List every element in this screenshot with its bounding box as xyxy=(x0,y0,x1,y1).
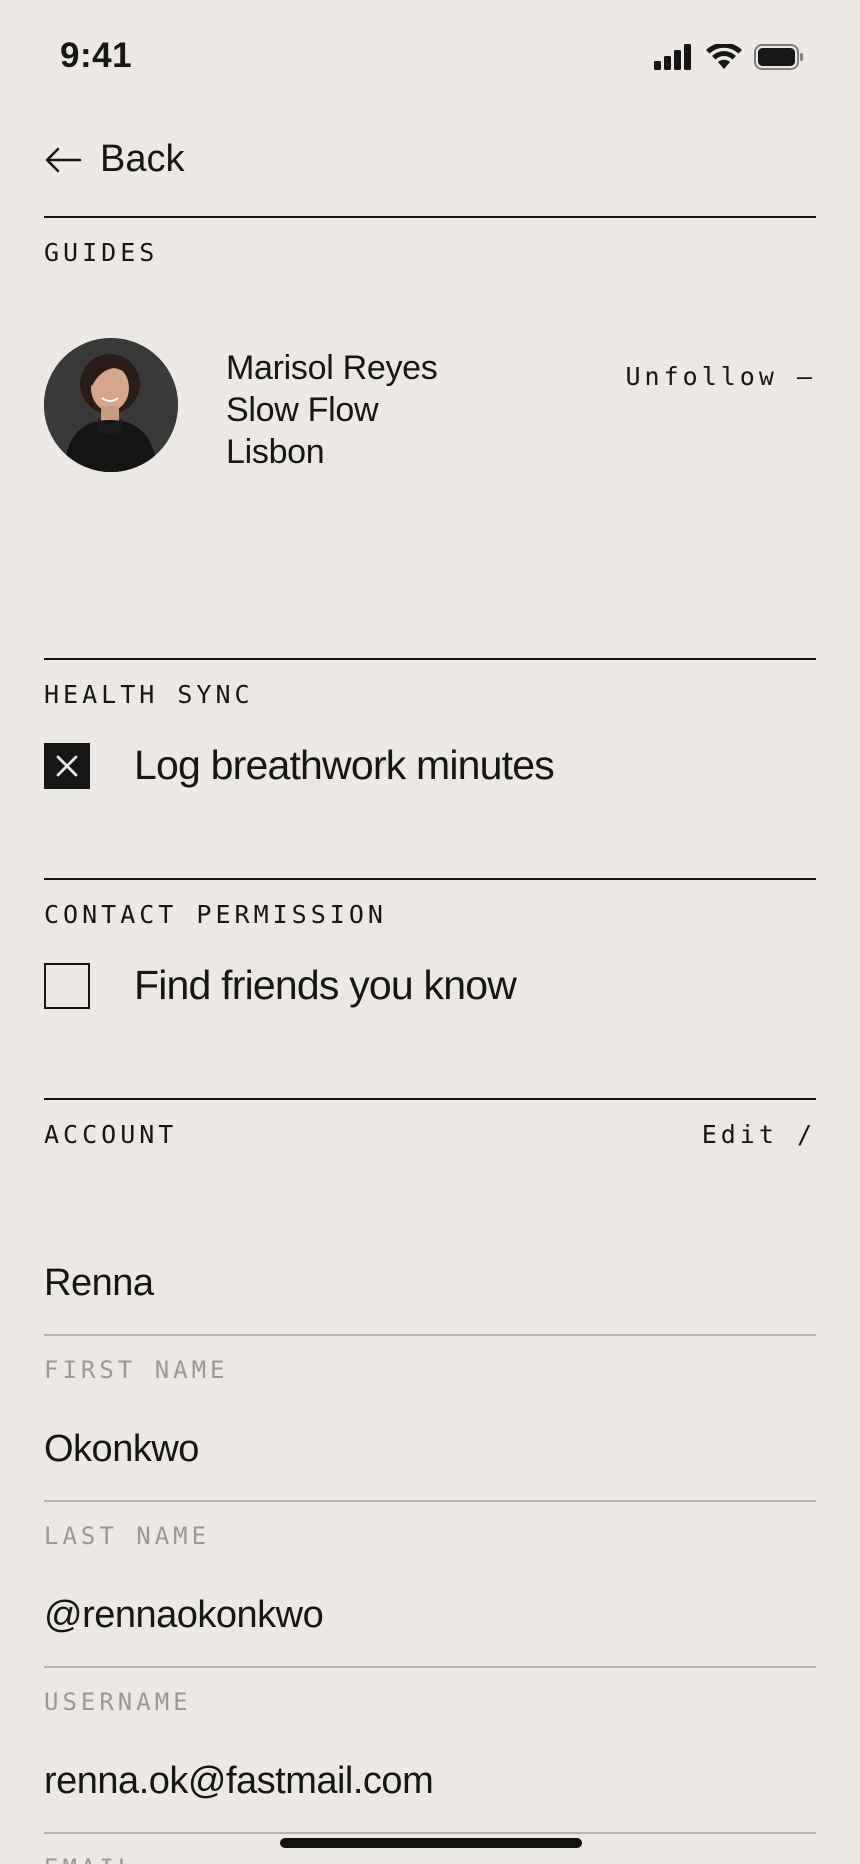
unfollow-button[interactable]: Unfollow – xyxy=(625,362,816,391)
section-label-health-sync: HEALTH SYNC xyxy=(44,680,254,709)
section-label-guides: GUIDES xyxy=(44,238,159,267)
last-name-value[interactable]: Okonkwo xyxy=(44,1428,816,1476)
first-name-value[interactable]: Renna xyxy=(44,1262,816,1310)
divider xyxy=(44,216,816,218)
status-time: 9:41 xyxy=(60,36,133,75)
field-underline xyxy=(44,1334,816,1336)
battery-icon xyxy=(754,44,803,70)
home-indicator[interactable] xyxy=(280,1838,582,1848)
contact-permission-label: Find friends you know xyxy=(134,962,517,1008)
first-name-caption: FIRST NAME xyxy=(44,1356,229,1384)
status-icons xyxy=(654,44,804,70)
back-label: Back xyxy=(100,138,185,180)
email-caption: EMAIL xyxy=(44,1854,816,1864)
section-label-account: ACCOUNT xyxy=(44,1120,178,1149)
wifi-icon xyxy=(706,44,742,69)
guide-name[interactable]: Marisol Reyes xyxy=(226,347,438,389)
guide-avatar[interactable] xyxy=(44,338,178,472)
username-field[interactable]: @rennaokonkwo USERNAME xyxy=(44,1594,816,1716)
health-sync-option[interactable]: Log breathwork minutes xyxy=(44,742,555,789)
guide-style: Slow Flow xyxy=(226,391,379,429)
email-field[interactable]: renna.ok@fastmail.com EMAIL xyxy=(44,1760,816,1864)
guide-city: Lisbon xyxy=(226,433,325,471)
username-value[interactable]: @rennaokonkwo xyxy=(44,1594,816,1642)
last-name-field[interactable]: Okonkwo LAST NAME xyxy=(44,1428,816,1550)
health-sync-label: Log breathwork minutes xyxy=(134,742,555,788)
section-label-contact-permission: CONTACT PERMISSION xyxy=(44,900,387,929)
close-x-icon xyxy=(56,755,78,776)
field-underline xyxy=(44,1500,816,1502)
username-caption: USERNAME xyxy=(44,1688,192,1716)
divider xyxy=(44,1098,816,1100)
divider xyxy=(44,658,816,660)
health-sync-checkbox[interactable] xyxy=(44,742,90,789)
edit-account-button[interactable]: Edit / xyxy=(702,1120,816,1149)
arrow-left-icon xyxy=(45,147,82,172)
field-underline xyxy=(44,1832,816,1834)
screen: 9:41 Back GUIDES Marisol Reyes Slow Flow… xyxy=(0,0,860,1864)
first-name-field[interactable]: Renna FIRST NAME xyxy=(44,1262,816,1384)
field-underline xyxy=(44,1666,816,1668)
divider xyxy=(44,878,816,880)
signal-icon xyxy=(654,44,691,70)
last-name-caption: LAST NAME xyxy=(44,1522,211,1550)
back-button[interactable]: Back xyxy=(44,138,184,181)
avatar-portrait xyxy=(44,338,178,472)
guide-info: Marisol Reyes Slow Flow Lisbon xyxy=(226,347,438,473)
contact-permission-checkbox[interactable] xyxy=(44,962,90,1009)
email-value[interactable]: renna.ok@fastmail.com xyxy=(44,1760,816,1808)
contact-permission-option[interactable]: Find friends you know xyxy=(44,962,517,1009)
